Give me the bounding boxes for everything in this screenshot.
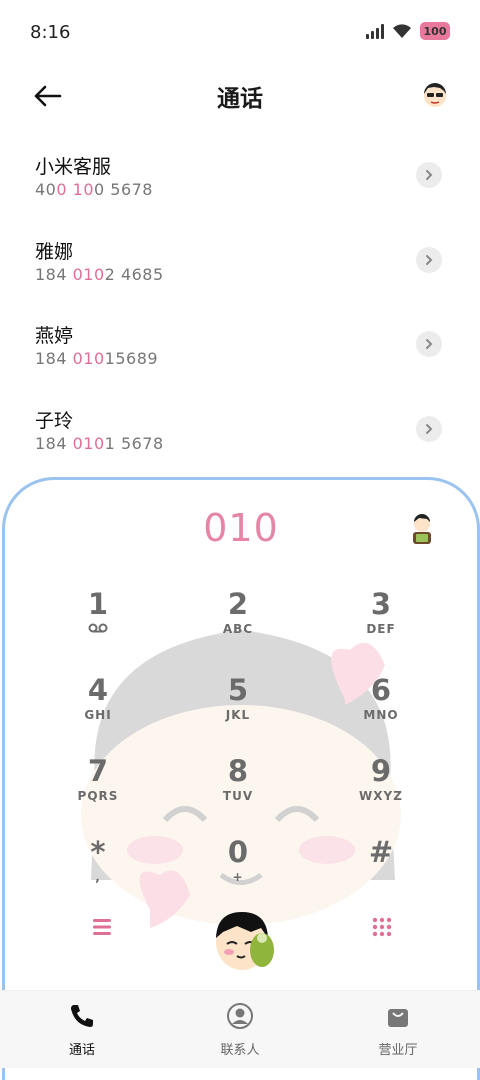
contact-number: 184 0102 4685 (35, 264, 164, 284)
signal-icon (366, 23, 384, 39)
dialpad-grid-icon[interactable] (371, 916, 393, 938)
battery-icon: 100 (420, 22, 450, 40)
key-hash[interactable]: # (321, 834, 441, 904)
contact-name: 子玲 (35, 409, 74, 432)
key-9[interactable]: 9 WXYZ (321, 753, 441, 823)
contact-list: 小米客服 400 100 5678 雅娜 184 0102 4685 燕婷 18… (0, 140, 480, 478)
voicemail-icon (88, 623, 108, 633)
key-0[interactable]: 0 + (178, 834, 298, 904)
phone-icon (71, 1005, 93, 1027)
list-item[interactable]: 雅娜 184 0102 4685 (0, 225, 480, 310)
chevron-right-icon[interactable] (416, 331, 442, 357)
status-bar: 8:16 100 (0, 0, 480, 66)
tab-label: 营业厅 (378, 1043, 418, 1058)
bag-icon (388, 1009, 408, 1027)
key-6[interactable]: 6 MNO (321, 672, 441, 742)
avatar[interactable] (407, 512, 437, 546)
tab-label: 通话 (68, 1043, 95, 1058)
tab-calls[interactable]: 通话 (22, 1001, 142, 1058)
call-button[interactable] (207, 902, 277, 978)
status-time: 8:16 (30, 22, 71, 43)
chevron-right-icon[interactable] (416, 246, 442, 273)
tab-label: 联系人 (220, 1043, 260, 1058)
tab-contacts[interactable]: 联系人 (180, 1001, 300, 1058)
person-icon (227, 1003, 253, 1029)
wifi-icon (393, 24, 411, 38)
contact-name: 雅娜 (35, 240, 74, 263)
key-3[interactable]: 3 DEF (321, 586, 441, 656)
contact-number: 400 100 5678 (35, 180, 153, 199)
avatar[interactable] (422, 82, 448, 108)
contact-number: 184 01015689 (35, 349, 159, 368)
list-item[interactable]: 小米客服 400 100 5678 (0, 140, 480, 225)
status-icons: 100 (366, 22, 450, 40)
key-8[interactable]: 8 TUV (178, 753, 298, 823)
contact-name: 燕婷 (35, 325, 74, 347)
menu-icon[interactable] (91, 916, 113, 938)
key-1[interactable]: 1 (38, 586, 158, 656)
list-item[interactable]: 燕婷 184 01015689 (0, 309, 480, 394)
chevron-right-icon[interactable] (416, 162, 442, 188)
contact-name: 小米客服 (35, 156, 112, 178)
bottom-nav: 通话 联系人 营业厅 (0, 990, 480, 1068)
page-title: 通话 (217, 86, 263, 112)
key-2[interactable]: 2 ABC (178, 586, 298, 656)
key-5[interactable]: 5 JKL (178, 672, 298, 742)
contact-number: 184 0101 5678 (35, 433, 164, 453)
tab-service-hall[interactable]: 营业厅 (338, 1001, 458, 1058)
key-7[interactable]: 7 PQRS (38, 753, 158, 823)
key-4[interactable]: 4 GHI (38, 672, 158, 742)
list-item[interactable]: 子玲 184 0101 5678 (0, 394, 480, 479)
chevron-right-icon[interactable] (416, 415, 442, 442)
app-header: 通话 (0, 66, 480, 126)
key-star[interactable]: *, (38, 834, 158, 904)
